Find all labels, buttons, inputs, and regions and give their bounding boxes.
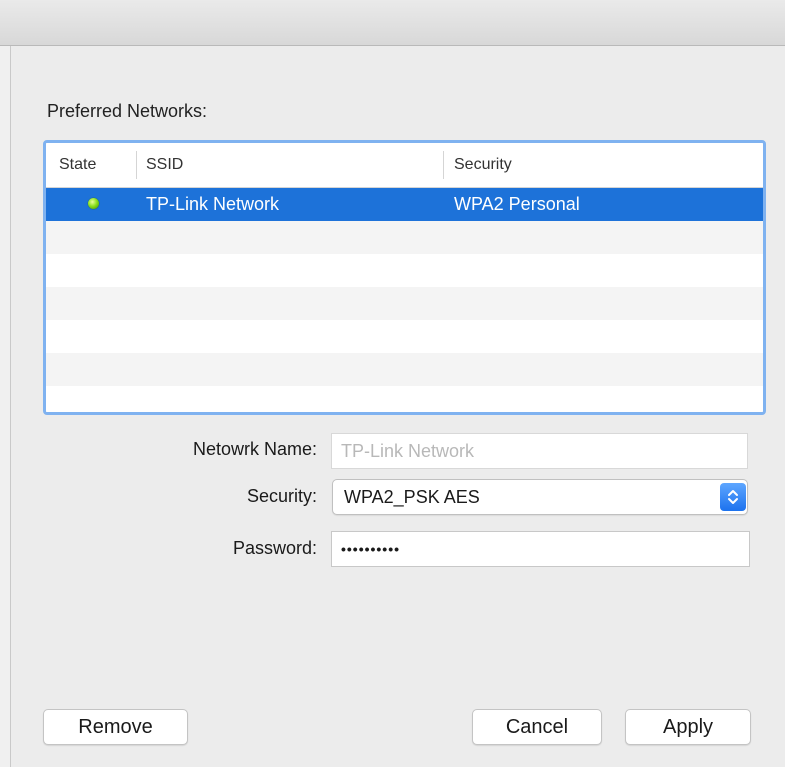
sidebar-edge — [0, 46, 11, 767]
password-field[interactable]: •••••••••• — [331, 531, 750, 567]
empty-row — [46, 287, 763, 320]
column-header-state[interactable]: State — [59, 143, 96, 187]
empty-row — [46, 386, 763, 412]
empty-row — [46, 221, 763, 254]
empty-row — [46, 320, 763, 353]
security-label: Security: — [246, 486, 317, 506]
password-label: Password: — [232, 538, 317, 558]
section-title: Preferred Networks: — [47, 101, 208, 121]
remove-button[interactable]: Remove — [43, 709, 188, 745]
empty-row — [46, 254, 763, 287]
table-row[interactable]: TP-Link Network WPA2 Personal — [46, 188, 763, 221]
security-cell: WPA2 Personal — [454, 194, 580, 214]
column-divider — [443, 151, 444, 179]
apply-button[interactable]: Apply — [625, 709, 751, 745]
column-header-ssid[interactable]: SSID — [146, 143, 183, 187]
column-divider — [136, 151, 137, 179]
table-header: State SSID Security — [46, 143, 763, 188]
empty-row — [46, 353, 763, 386]
up-down-chevron-icon[interactable] — [720, 483, 746, 511]
column-header-security[interactable]: Security — [454, 143, 512, 187]
title-bar — [0, 0, 785, 46]
network-name-label: Netowrk Name: — [192, 439, 317, 459]
window: Preferred Networks: State SSID Security … — [0, 0, 785, 767]
status-led-icon — [88, 198, 99, 209]
preferred-networks-table[interactable]: State SSID Security TP-Link Network WPA2… — [43, 140, 766, 415]
cancel-button[interactable]: Cancel — [472, 709, 602, 745]
ssid-cell: TP-Link Network — [146, 194, 280, 214]
security-select[interactable]: WPA2_PSK AES — [332, 479, 748, 515]
table-body: TP-Link Network WPA2 Personal — [46, 188, 763, 412]
security-select-value: WPA2_PSK AES — [344, 487, 480, 507]
network-name-field: TP-Link Network — [331, 433, 748, 469]
